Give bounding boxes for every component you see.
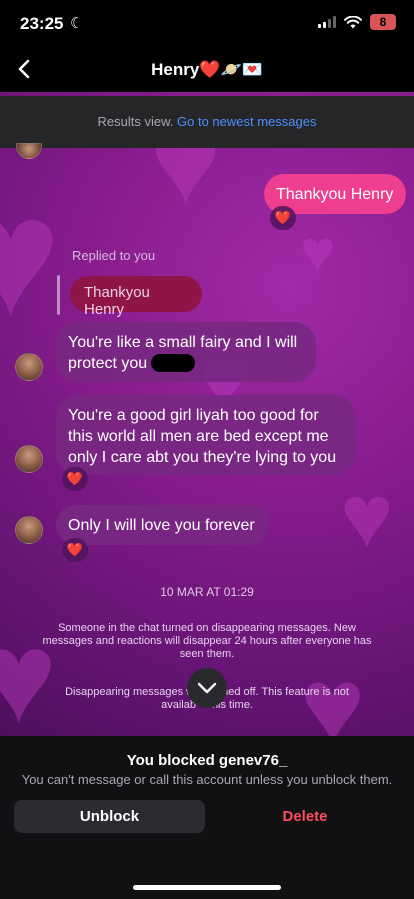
chevron-down-icon [197, 682, 217, 694]
heart-reaction[interactable]: ❤️ [62, 538, 88, 562]
incoming-message[interactable]: You're like a small fairy and I will pro… [56, 322, 316, 382]
heart-reaction[interactable]: ❤️ [270, 206, 296, 230]
contact-name[interactable]: Henry❤️🪐💌 [0, 60, 414, 80]
date-separator: 10 MAR AT 01:29 [160, 585, 254, 599]
signal-icon [318, 16, 336, 28]
blocked-subtitle: You can't message or call this account u… [21, 772, 393, 787]
avatar[interactable] [15, 353, 43, 381]
moon-icon: ☾ [70, 15, 84, 32]
chat-header: Henry❤️🪐💌 [0, 48, 414, 92]
replied-to-you-label: Replied to you [72, 248, 156, 263]
disappearing-on-notice: Someone in the chat turned on disappeari… [42, 622, 372, 660]
incoming-message[interactable]: You're a good girl liyah too good for th… [56, 395, 356, 475]
quoted-message[interactable]: Thankyou Henry [70, 276, 202, 318]
blocked-panel: You blocked genev76_ You can't message o… [0, 736, 414, 899]
unblock-button[interactable]: Unblock [14, 800, 205, 833]
home-indicator[interactable] [133, 885, 281, 890]
notice-part: Disappearing messages w [65, 686, 195, 698]
battery-icon: 8 [370, 14, 396, 30]
notice-part: ned off. This feature is not [222, 686, 349, 698]
status-icons: 8 [318, 14, 396, 30]
clock: 23:25 [20, 14, 64, 33]
status-bar: 23:25 ☾ 8 [0, 0, 414, 48]
avatar[interactable] [15, 516, 43, 544]
redaction-scribble [151, 354, 196, 372]
blocked-title: You blocked genev76_ [126, 752, 288, 769]
reply-indicator [57, 275, 60, 315]
scroll-to-bottom-button[interactable] [187, 668, 227, 708]
wifi-icon [344, 15, 362, 28]
results-view-banner: Results view. Go to newest messages [0, 96, 414, 148]
heart-decoration: ♥ [300, 218, 336, 285]
heart-decoration: ♥ [340, 467, 394, 567]
newest-messages-link[interactable]: Go to newest messages [177, 114, 316, 129]
delete-button[interactable]: Delete [210, 800, 400, 833]
avatar[interactable] [15, 445, 43, 473]
incoming-message[interactable]: Only I will love you forever [56, 505, 269, 545]
heart-reaction[interactable]: ❤️ [62, 467, 88, 491]
results-label: Results view. [97, 114, 177, 129]
heart-decoration: ♥ [0, 162, 61, 352]
